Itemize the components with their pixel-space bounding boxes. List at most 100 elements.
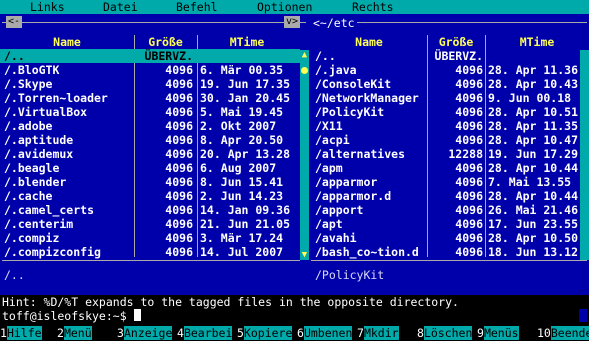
panel-history-button[interactable]: <- bbox=[6, 16, 23, 28]
fkey-4[interactable]: 4Bearbei bbox=[177, 326, 233, 340]
file-row[interactable]: /bash_co~tion.d 4096 18. Jun 13.12 bbox=[311, 245, 580, 259]
column-header-size[interactable]: Größe bbox=[134, 35, 197, 49]
fkey-number: 1 bbox=[0, 326, 7, 340]
file-row[interactable]: /.avidemux 4096 20. Apr 13.28 bbox=[0, 147, 300, 161]
fkey-number: 5 bbox=[237, 326, 244, 340]
fkey-label: Menüs bbox=[483, 326, 519, 340]
menu-links[interactable]: Links bbox=[30, 0, 65, 14]
file-mtime: 18. Jun 13.12 bbox=[488, 245, 579, 259]
menu-optionen[interactable]: Optionen bbox=[257, 0, 312, 14]
file-size: 12288 bbox=[448, 147, 483, 161]
file-row[interactable]: /.compiz 4096 3. Mär 17.24 bbox=[0, 231, 300, 245]
file-name: /X11 bbox=[315, 119, 343, 133]
panel-path[interactable]: <~/etc bbox=[311, 16, 357, 30]
scroll-down-arrow[interactable]: ▼ bbox=[300, 250, 309, 260]
fkey-number: 8 bbox=[417, 326, 424, 340]
file-mtime bbox=[200, 49, 298, 63]
menu-datei[interactable]: Datei bbox=[103, 0, 138, 14]
file-size: 4096 bbox=[455, 203, 483, 217]
file-row[interactable]: /.Torren~loader 4096 30. Jan 20.45 bbox=[0, 91, 300, 105]
fkey-10[interactable]: 10Beenden bbox=[537, 326, 589, 340]
scrollbar[interactable]: ▲ ▼ bbox=[300, 50, 309, 260]
file-size: 4096 bbox=[455, 63, 483, 77]
fkey-9[interactable]: 9Menüs bbox=[477, 326, 519, 340]
file-row[interactable]: /.. ÜBERVZ. bbox=[311, 49, 580, 63]
fkey-6[interactable]: 6Umbenen bbox=[297, 326, 353, 340]
column-header-mtime[interactable]: MTime bbox=[197, 35, 297, 49]
file-row[interactable]: /apt 4096 17. Jun 23.55 bbox=[311, 217, 580, 231]
file-row[interactable]: /apm 4096 28. Apr 10.44 bbox=[311, 161, 580, 175]
file-name: /.BloGTK bbox=[4, 63, 60, 77]
file-mtime: 14. Jul 2007 bbox=[200, 245, 284, 259]
file-row[interactable]: /apport 4096 26. Mai 21.46 bbox=[311, 203, 580, 217]
file-row[interactable]: /apparmor.d 4096 28. Apr 10.44 bbox=[311, 189, 580, 203]
file-size: 4096 bbox=[165, 77, 193, 91]
file-name: /bash_co~tion.d bbox=[315, 245, 419, 259]
fkey-7[interactable]: 7Mkdir bbox=[357, 326, 399, 340]
file-row[interactable]: /acpi 4096 28. Apr 10.47 bbox=[311, 133, 580, 147]
shell-prompt[interactable]: toff@isleofskye:~$ bbox=[0, 309, 589, 323]
column-header-mtime[interactable]: MTime bbox=[485, 35, 589, 49]
fkey-label: Umbenen bbox=[303, 326, 353, 340]
column-header-name[interactable]: Name bbox=[311, 35, 427, 49]
menu-rechts[interactable]: Rechts bbox=[352, 0, 394, 14]
file-row[interactable]: /PolicyKit 4096 28. Apr 10.51 bbox=[311, 105, 580, 119]
fkey-8[interactable]: 8Löschen bbox=[417, 326, 473, 340]
file-mtime: 28. Apr 11.36 bbox=[488, 63, 579, 77]
file-mtime: 2. Jun 14.23 bbox=[200, 189, 284, 203]
file-size: 4096 bbox=[165, 161, 193, 175]
fkey-1[interactable]: 1Hilfe bbox=[0, 326, 42, 340]
scrollbar[interactable] bbox=[580, 50, 589, 260]
file-size: 4096 bbox=[165, 175, 193, 189]
file-row[interactable]: /.centerim 4096 21. Jun 21.05 bbox=[0, 217, 300, 231]
file-size: 4096 bbox=[455, 119, 483, 133]
file-row[interactable]: /.blender 4096 8. Jun 15.41 bbox=[0, 175, 300, 189]
file-row[interactable]: /X11 4096 28. Apr 11.35 bbox=[311, 119, 580, 133]
fkey-3[interactable]: 3Anzeige bbox=[117, 326, 173, 340]
file-row[interactable]: /alternatives 12288 19. Jun 17.29 bbox=[311, 147, 580, 161]
scroll-up-arrow[interactable]: ▲ bbox=[300, 50, 309, 60]
file-row[interactable]: /.adobe 4096 2. Okt 2007 bbox=[0, 119, 300, 133]
fkey-5[interactable]: 5Kopiere bbox=[237, 326, 293, 340]
file-size: ÜBERVZ. bbox=[434, 49, 483, 63]
file-size: 4096 bbox=[455, 77, 483, 91]
file-row[interactable]: /.cache 4096 2. Jun 14.23 bbox=[0, 189, 300, 203]
file-name: /.cache bbox=[4, 189, 53, 203]
right-panel[interactable]: <~/etc Name Größe MTime /.. ÜBERVZ./.java… bbox=[311, 14, 589, 295]
fkey-label: Bearbei bbox=[183, 326, 233, 340]
file-size: 4096 bbox=[165, 91, 193, 105]
menu-befehl[interactable]: Befehl bbox=[176, 0, 218, 14]
fkey-label: Beenden bbox=[550, 326, 589, 340]
file-name: /.java bbox=[315, 63, 357, 77]
file-mtime: 19. Jun 17.35 bbox=[200, 77, 291, 91]
file-name: /.avidemux bbox=[4, 147, 74, 161]
fkey-label: Mkdir bbox=[363, 326, 399, 340]
file-mtime: 2. Okt 2007 bbox=[200, 119, 277, 133]
file-row[interactable]: /.Skype 4096 19. Jun 17.35 bbox=[0, 77, 300, 91]
left-panel[interactable]: <- v> Name Größe MTime /.. ÜBERVZ./.BloGT… bbox=[0, 14, 311, 295]
file-mtime: 3. Mär 17.24 bbox=[200, 231, 284, 245]
file-size: ÜBERVZ. bbox=[144, 49, 193, 63]
file-row[interactable]: /NetworkManager 4096 9. Jun 00.18 bbox=[311, 91, 580, 105]
scroll-thumb[interactable] bbox=[301, 67, 308, 74]
file-name: /NetworkManager bbox=[315, 91, 419, 105]
file-name: /.. bbox=[315, 49, 336, 63]
file-row[interactable]: /ConsoleKit 4096 28. Apr 10.43 bbox=[311, 77, 580, 91]
file-row[interactable]: /.beagle 4096 6. Aug 2007 bbox=[0, 161, 300, 175]
file-row[interactable]: /.aptitude 4096 8. Apr 20.50 bbox=[0, 133, 300, 147]
menu-bar: Links Datei Befehl Optionen Rechts bbox=[0, 0, 589, 14]
fkey-2[interactable]: 2Menü bbox=[57, 326, 92, 340]
file-row[interactable]: /.VirtualBox 4096 5. Mai 19.45 bbox=[0, 105, 300, 119]
file-row[interactable]: /.java 4096 28. Apr 11.36 bbox=[311, 63, 580, 77]
file-mtime: 20. Apr 13.28 bbox=[200, 147, 291, 161]
sort-order-button[interactable]: v> bbox=[284, 16, 301, 28]
column-header-name[interactable]: Name bbox=[0, 35, 134, 49]
file-row[interactable]: /apparmor 4096 7. Mai 13.55 bbox=[311, 175, 580, 189]
file-row[interactable]: /.BloGTK 4096 6. Mär 00.35 bbox=[0, 63, 300, 77]
file-row[interactable]: /.camel_certs 4096 14. Jan 09.36 bbox=[0, 203, 300, 217]
column-header-size[interactable]: Größe bbox=[427, 35, 485, 49]
file-row[interactable]: /.. ÜBERVZ. bbox=[0, 49, 300, 63]
panel-mini-status: /.. bbox=[4, 268, 25, 282]
file-row[interactable]: /.compizconfig 4096 14. Jul 2007 bbox=[0, 245, 300, 259]
file-row[interactable]: /avahi 4096 28. Apr 10.50 bbox=[311, 231, 580, 245]
